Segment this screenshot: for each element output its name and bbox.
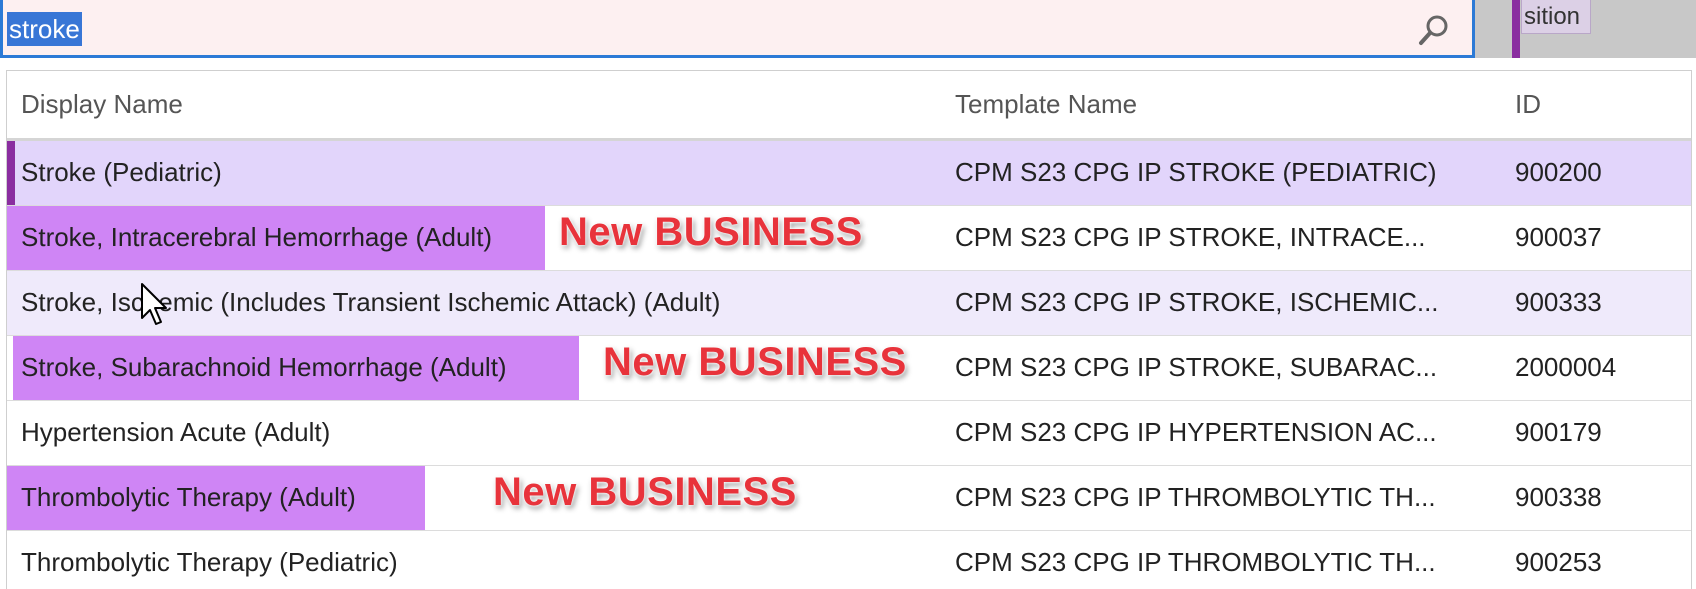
template-name-cell: CPM S23 CPG IP STROKE, INTRACE...	[955, 222, 1426, 252]
new-business-annotation: New BUSINESS	[559, 210, 863, 254]
search-input[interactable]: stroke	[0, 0, 1475, 58]
table-row[interactable]: Hypertension Acute (Adult) CPM S23 CPG I…	[7, 401, 1691, 466]
screen: sition stroke Display Name Template Name…	[0, 0, 1696, 589]
new-business-annotation: New BUSINESS	[603, 340, 907, 384]
selection-indicator	[7, 141, 15, 205]
search-input-value: stroke	[7, 12, 82, 46]
template-name-cell: CPM S23 CPG IP THROMBOLYTIC TH...	[955, 482, 1436, 512]
table-header: Display Name Template Name ID	[7, 71, 1691, 141]
accent-strip	[1512, 0, 1520, 58]
template-name-cell: CPM S23 CPG IP STROKE, ISCHEMIC...	[955, 287, 1439, 317]
id-cell: 900253	[1515, 547, 1602, 577]
display-name-cell: Hypertension Acute (Adult)	[21, 417, 331, 447]
display-name-cell: Thrombolytic Therapy (Pediatric)	[21, 547, 398, 577]
column-header-template-name[interactable]: Template Name	[955, 89, 1137, 120]
id-cell: 900338	[1515, 482, 1602, 512]
id-cell: 900037	[1515, 222, 1602, 252]
template-name-cell: CPM S23 CPG IP STROKE, SUBARAC...	[955, 352, 1438, 382]
table-row[interactable]: Thrombolytic Therapy (Adult) New BUSINES…	[7, 466, 1691, 531]
template-name-cell: CPM S23 CPG IP STROKE (PEDIATRIC)	[955, 157, 1437, 187]
id-cell: 900179	[1515, 417, 1602, 447]
new-business-annotation: New BUSINESS	[493, 470, 797, 514]
id-cell: 900200	[1515, 157, 1602, 187]
mouse-cursor-icon	[141, 283, 167, 325]
display-name-cell: Stroke (Pediatric)	[21, 157, 222, 187]
column-header-id[interactable]: ID	[1515, 89, 1541, 120]
table-row[interactable]: Stroke, Intracerebral Hemorrhage (Adult)…	[7, 206, 1691, 271]
table-row[interactable]: Stroke (Pediatric) CPM S23 CPG IP STROKE…	[7, 141, 1691, 206]
table-row[interactable]: Stroke, Subarachnoid Hemorrhage (Adult) …	[7, 336, 1691, 401]
id-cell: 900333	[1515, 287, 1602, 317]
column-header-display-name[interactable]: Display Name	[21, 89, 183, 120]
display-name-cell: Stroke, Subarachnoid Hemorrhage (Adult)	[21, 352, 507, 382]
display-name-cell: Thrombolytic Therapy (Adult)	[21, 482, 356, 512]
template-name-cell: CPM S23 CPG IP HYPERTENSION AC...	[955, 417, 1437, 447]
table-row[interactable]: Stroke, Ischemic (Includes Transient Isc…	[7, 271, 1691, 336]
display-name-cell: Stroke, Ischemic (Includes Transient Isc…	[21, 287, 721, 317]
template-name-cell: CPM S23 CPG IP THROMBOLYTIC TH...	[955, 547, 1436, 577]
table-row[interactable]: Thrombolytic Therapy (Pediatric) CPM S23…	[7, 531, 1691, 589]
search-icon[interactable]	[1416, 12, 1452, 48]
position-button[interactable]: sition	[1521, 0, 1591, 34]
display-name-cell: Stroke, Intracerebral Hemorrhage (Adult)	[21, 222, 493, 252]
results-dropdown: Display Name Template Name ID Stroke (Pe…	[6, 70, 1692, 589]
id-cell: 2000004	[1515, 352, 1617, 382]
